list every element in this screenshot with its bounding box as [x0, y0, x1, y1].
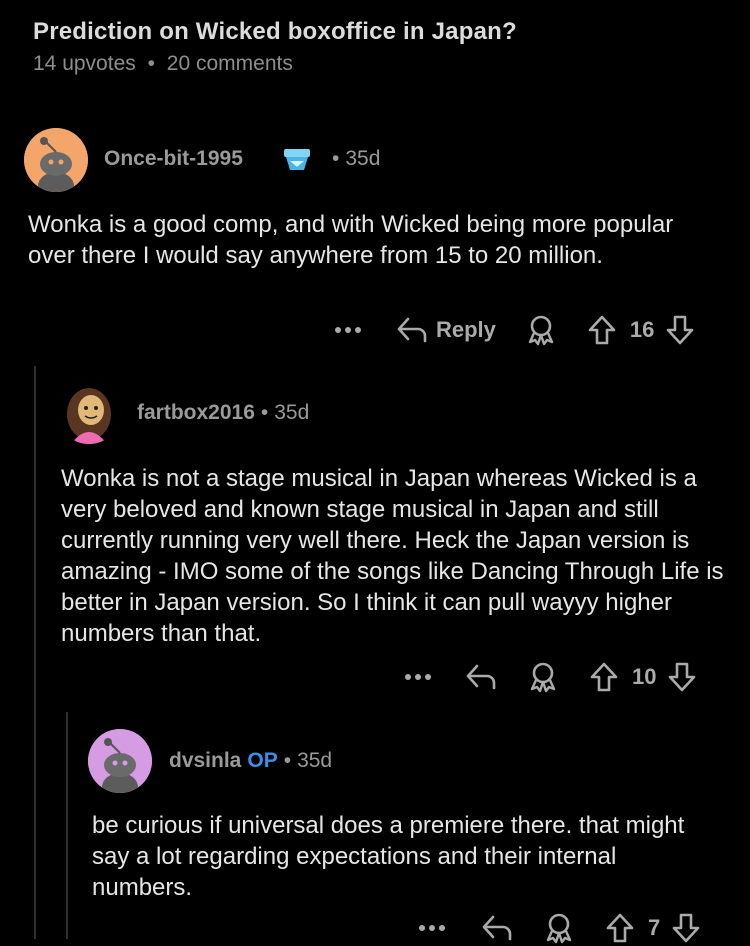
op-badge: OP — [247, 749, 278, 772]
achievement-badge-icon[interactable] — [282, 146, 312, 179]
reply-label: Reply — [436, 317, 496, 342]
award-icon[interactable] — [526, 659, 560, 695]
vote-count: 16 — [629, 317, 655, 342]
comment: fartbox2016 • 35d Wonka is not a stage mus… — [0, 0, 750, 939]
custom-avatar-icon — [57, 380, 121, 444]
meta-separator: • — [147, 52, 155, 75]
post-header: Prediction on Wicked boxoffice in Japan?… — [33, 18, 517, 76]
more-icon[interactable] — [418, 910, 446, 946]
comment: Once-bit-1995 • 35d Wonka is a good comp,… — [0, 0, 750, 939]
comment-author[interactable]: fartbox2016 • 35d — [137, 401, 309, 425]
thread-line[interactable] — [34, 366, 36, 939]
comment-actions: Reply 16 — [334, 312, 696, 348]
reply-button[interactable]: Reply — [396, 312, 496, 348]
vote-count: 10 — [632, 664, 657, 689]
comment: dvsinla OP • 35d be curious if universal do… — [0, 0, 750, 944]
thread-line[interactable] — [66, 712, 68, 939]
comment-body: be curious if universal does a premiere … — [92, 812, 685, 901]
upvote-icon[interactable] — [604, 910, 636, 946]
snoo-avatar-icon — [88, 729, 152, 793]
comment-age: 35d — [274, 401, 310, 424]
downvote-icon[interactable] — [666, 659, 698, 695]
downvote-icon[interactable] — [664, 312, 696, 348]
comment-body: Wonka is a good comp, and with Wicked be… — [28, 211, 674, 269]
author-name[interactable]: dvsinla — [169, 749, 241, 772]
more-icon[interactable] — [404, 659, 432, 695]
comment-author[interactable]: Once-bit-1995 — [104, 147, 243, 171]
post-title[interactable]: Prediction on Wicked boxoffice in Japan? — [33, 18, 517, 46]
comment-actions: 7 — [418, 910, 702, 946]
comment-age: • 35d — [332, 147, 381, 170]
upvote-icon[interactable] — [586, 312, 618, 348]
comment-count[interactable]: 20 comments — [167, 52, 293, 75]
comment-author[interactable]: dvsinla OP • 35d — [169, 749, 332, 773]
reply-icon[interactable] — [480, 910, 514, 946]
snoo-avatar-icon — [24, 128, 88, 192]
award-icon[interactable] — [542, 910, 576, 946]
downvote-icon[interactable] — [670, 910, 702, 946]
author-name[interactable]: Once-bit-1995 — [104, 147, 243, 170]
reply-icon[interactable] — [464, 659, 498, 695]
avatar[interactable] — [24, 128, 88, 192]
upvote-count: 14 upvotes — [33, 52, 136, 75]
comment-actions: 10 — [404, 659, 698, 695]
post-meta: 14 upvotes • 20 comments — [33, 52, 517, 76]
avatar[interactable] — [88, 729, 152, 793]
upvote-icon[interactable] — [588, 659, 620, 695]
reply-icon — [397, 317, 427, 343]
more-icon[interactable] — [334, 312, 362, 348]
avatar[interactable] — [57, 380, 121, 444]
author-name[interactable]: fartbox2016 — [137, 401, 255, 424]
vote-count: 7 — [648, 915, 661, 940]
award-icon[interactable] — [524, 312, 558, 348]
comment-age: 35d — [297, 749, 333, 772]
comment-body: Wonka is not a stage musical in Japan wh… — [61, 465, 724, 647]
